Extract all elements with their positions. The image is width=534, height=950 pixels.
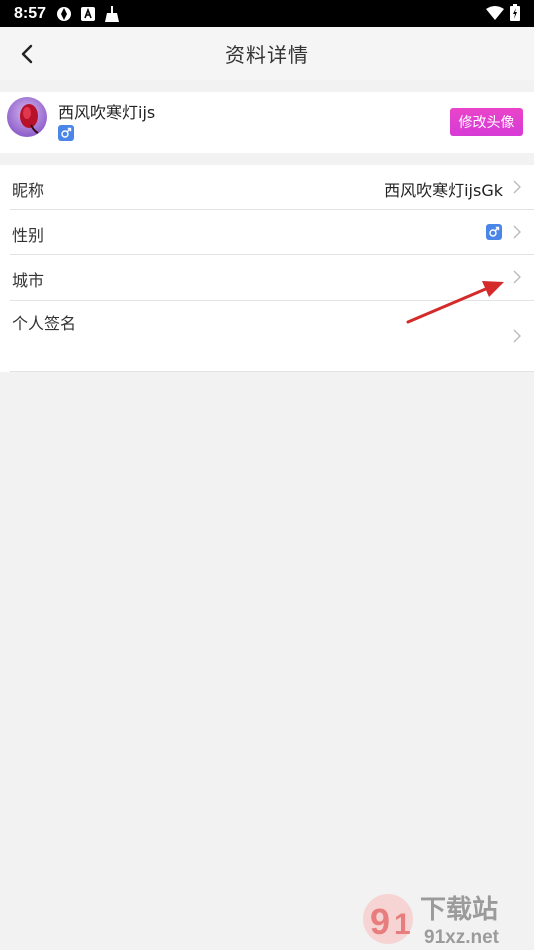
profile-name: 西风吹寒灯ijs: [58, 103, 156, 122]
row-gender[interactable]: 性别: [0, 210, 534, 255]
male-icon: [486, 224, 502, 240]
status-time: 8:57: [14, 4, 47, 22]
chevron-left-icon: [21, 44, 33, 64]
aperture-icon: [56, 6, 72, 22]
male-icon: [58, 125, 74, 141]
svg-text:9: 9: [370, 901, 390, 942]
row-city-label: 城市: [12, 271, 45, 290]
row-nickname[interactable]: 昵称 西风吹寒灯ijsGk: [0, 165, 534, 210]
annotation-arrow: [406, 281, 504, 324]
profile-card: 西风吹寒灯ijs 修改头像: [0, 92, 534, 153]
change-avatar-button[interactable]: 修改头像: [450, 108, 523, 136]
watermark-brand: 下载站: [420, 895, 498, 925]
chevron-right-icon: [513, 225, 521, 239]
nav-bar: 资料详情: [0, 27, 534, 80]
wifi-icon: [486, 5, 504, 24]
chevron-right-icon: [513, 180, 521, 194]
avatar[interactable]: [7, 97, 47, 137]
divider: [10, 371, 534, 372]
row-signature-label: 个人签名: [12, 314, 77, 333]
watermark-logo: 9 1 下载站 91xz.net: [363, 894, 500, 948]
profile-info-list: 昵称 西风吹寒灯ijsGk 性别 城市 个人签名: [0, 165, 534, 372]
battery-icon: [510, 4, 520, 25]
row-nickname-label: 昵称: [12, 181, 45, 200]
row-gender-label: 性别: [12, 226, 45, 245]
broom-icon: [104, 5, 120, 22]
page-title: 资料详情: [225, 43, 309, 67]
row-nickname-value: 西风吹寒灯ijsGk: [384, 181, 503, 200]
chevron-right-icon: [513, 270, 521, 284]
watermark-domain: 91xz.net: [424, 927, 500, 948]
chevron-right-icon: [513, 329, 521, 343]
back-button[interactable]: [10, 37, 44, 71]
app-a-icon: [81, 6, 96, 21]
svg-text:1: 1: [394, 908, 411, 941]
status-bar: 8:57: [0, 0, 534, 27]
